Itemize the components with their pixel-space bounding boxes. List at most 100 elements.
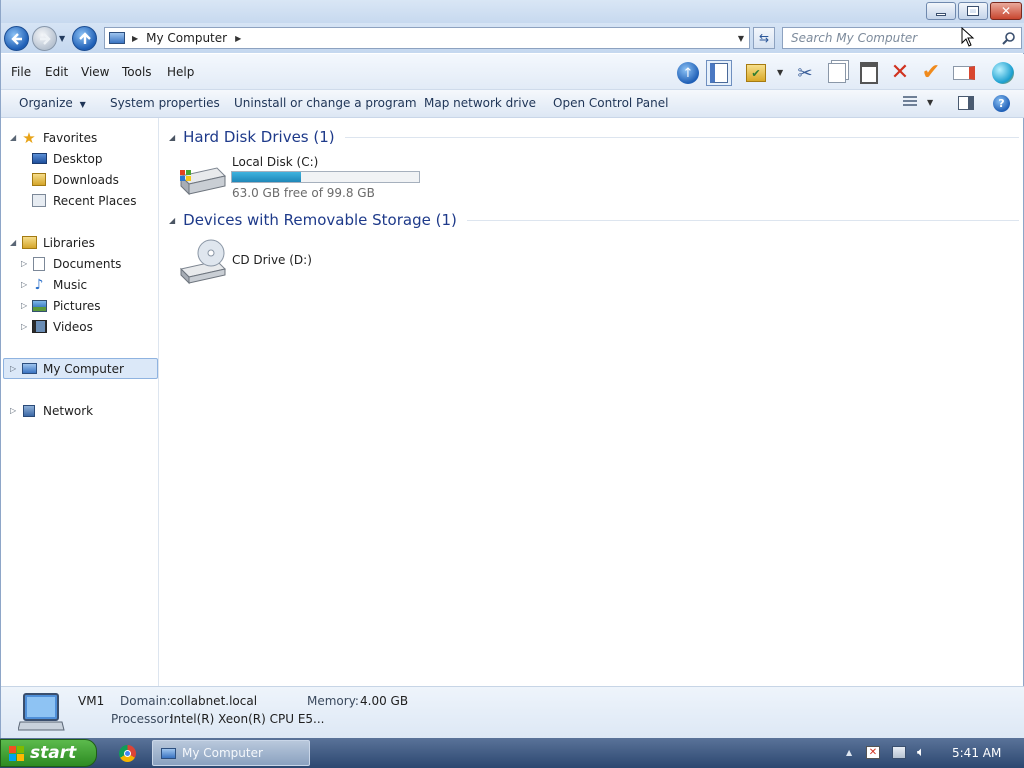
network-expand-icon[interactable]: ▷ (10, 406, 16, 415)
action-center-flag-icon[interactable]: ✕ (866, 746, 880, 759)
chevron-down-icon: ▼ (79, 100, 86, 109)
toolbar-rename-button[interactable] (951, 60, 977, 86)
nav-music[interactable]: ♪ Music (31, 274, 88, 295)
recent-pages-dropdown-icon[interactable]: ▼ (59, 34, 65, 43)
nav-videos[interactable]: Videos (31, 316, 93, 337)
menu-view[interactable]: View (81, 65, 109, 79)
clipboard-icon (860, 62, 878, 84)
system-properties-button[interactable]: System properties (110, 96, 220, 110)
local-disk-c-name: Local Disk (C:) (232, 155, 319, 169)
volume-muted-icon[interactable]: 🔈︎ (917, 745, 925, 760)
group-collapse-icon: ◢ (169, 132, 176, 142)
close-button[interactable]: ✕ (990, 2, 1022, 20)
domain-label: Domain: (120, 694, 171, 708)
star-icon: ★ (22, 128, 36, 147)
breadcrumb-chevron-icon[interactable]: ▶ (235, 34, 241, 43)
show-hidden-icons-icon[interactable]: ▲ (846, 748, 852, 757)
nav-videos-label: Videos (53, 319, 93, 334)
search-icon[interactable] (1002, 31, 1016, 45)
address-dropdown-icon[interactable]: ▼ (738, 34, 744, 43)
nav-desktop[interactable]: Desktop (31, 148, 103, 169)
uninstall-program-button[interactable]: Uninstall or change a program (234, 96, 417, 110)
processor-label: Processor: (111, 712, 173, 726)
music-expand-icon[interactable]: ▷ (21, 280, 27, 289)
desktop-icon (31, 151, 47, 167)
network-tray-icon[interactable] (892, 746, 906, 759)
nav-downloads-label: Downloads (53, 172, 119, 187)
nav-favorites[interactable]: ★ Favorites (21, 127, 97, 148)
folder-options-dropdown-icon[interactable]: ▼ (777, 68, 783, 77)
refresh-icon: ⇆ (758, 31, 770, 45)
up-button[interactable] (72, 26, 97, 51)
removable-storage-group-header[interactable]: ◢ Devices with Removable Storage (1) (169, 211, 1019, 229)
my-computer-expand-icon[interactable]: ▷ (10, 364, 16, 373)
toolbar-folder-options-button[interactable]: ✔ (743, 60, 769, 86)
open-control-panel-button[interactable]: Open Control Panel (553, 96, 668, 110)
network-icon (21, 403, 37, 419)
folder-pane-icon (710, 63, 728, 83)
copy-icon (828, 63, 846, 83)
up-circle-icon: ↑ (677, 62, 699, 84)
toolbar-copy-button[interactable] (824, 60, 850, 86)
pictures-expand-icon[interactable]: ▷ (21, 301, 27, 310)
menu-edit[interactable]: Edit (45, 65, 68, 79)
nav-my-computer[interactable]: My Computer (21, 358, 124, 379)
menu-tools[interactable]: Tools (122, 65, 152, 79)
toolbar-paste-button[interactable] (856, 60, 882, 86)
minimize-button[interactable] (926, 2, 956, 20)
explorer-window: ✕ ▼ ▶ My Computer ▶ ▼ ⇆ Search My Comput… (0, 0, 1024, 738)
toolbar-properties-button[interactable]: ✔ (918, 60, 944, 86)
back-button[interactable] (4, 26, 29, 51)
nav-pictures[interactable]: Pictures (31, 295, 101, 316)
hard-disk-drives-heading: Hard Disk Drives (1) (183, 128, 335, 146)
breadcrumb-my-computer[interactable]: My Computer (146, 31, 227, 45)
toolbar-pane-toggle-button[interactable] (706, 60, 732, 86)
content-pane: ◢ Hard Disk Drives (1) Local Disk (C:) 6… (161, 118, 1023, 686)
nav-network[interactable]: Network (21, 400, 93, 421)
menu-file[interactable]: File (11, 65, 31, 79)
cd-drive-d-item[interactable]: CD Drive (D:) (177, 237, 377, 287)
forward-button[interactable] (32, 26, 57, 51)
organize-button[interactable]: Organize ▼ (19, 96, 86, 110)
nav-documents[interactable]: Documents (31, 253, 121, 274)
address-toolbar: ▼ ▶ My Computer ▶ ▼ ⇆ Search My Computer (1, 23, 1024, 53)
favorites-collapse-icon[interactable]: ◢ (10, 133, 16, 142)
change-view-button[interactable]: ▼ (903, 96, 933, 108)
local-disk-c-item[interactable]: Local Disk (C:) 63.0 GB free of 99.8 GB (177, 154, 437, 200)
map-network-drive-button[interactable]: Map network drive (424, 96, 536, 110)
toolbar-delete-button[interactable]: ✕ (887, 60, 913, 86)
hard-disk-drives-group-header[interactable]: ◢ Hard Disk Drives (1) (169, 128, 1019, 146)
menu-help[interactable]: Help (167, 65, 194, 79)
preview-pane-button[interactable] (958, 96, 974, 110)
nav-pictures-label: Pictures (53, 298, 101, 313)
computer-icon (109, 32, 125, 44)
computer-icon (161, 747, 176, 759)
address-bar[interactable]: ▶ My Computer ▶ ▼ (104, 27, 750, 49)
details-pane: VM1 Domain: collabnet.local Memory: 4.00… (1, 686, 1024, 738)
toolbar-up-button[interactable]: ↑ (675, 60, 701, 86)
videos-expand-icon[interactable]: ▷ (21, 322, 27, 331)
restore-button[interactable] (958, 2, 988, 20)
breadcrumb-separator-icon: ▶ (132, 33, 139, 43)
mouse-cursor-icon (961, 27, 975, 47)
nav-recent-places[interactable]: Recent Places (31, 190, 136, 211)
nav-libraries[interactable]: Libraries (21, 232, 95, 253)
toolbar-internet-button[interactable] (990, 60, 1016, 86)
libraries-collapse-icon[interactable]: ◢ (10, 238, 16, 247)
windows-logo-icon (9, 745, 24, 761)
toolbar-cut-button[interactable]: ✂ (792, 60, 818, 86)
start-button[interactable]: start (0, 739, 97, 767)
documents-expand-icon[interactable]: ▷ (21, 259, 27, 268)
refresh-button[interactable]: ⇆ (753, 27, 775, 49)
chrome-icon[interactable] (119, 745, 136, 762)
nav-downloads[interactable]: Downloads (31, 169, 119, 190)
pictures-icon (31, 298, 47, 314)
help-icon[interactable]: ? (993, 95, 1010, 112)
system-clock[interactable]: 5:41 AM (952, 746, 1001, 760)
command-bar: Organize ▼ System properties Uninstall o… (1, 90, 1024, 118)
nav-network-label: Network (43, 403, 94, 418)
scissors-icon: ✂ (797, 62, 813, 84)
search-box[interactable]: Search My Computer (782, 27, 1022, 49)
cd-drive-icon (180, 239, 226, 285)
taskbar-my-computer-button[interactable]: My Computer (152, 740, 310, 766)
